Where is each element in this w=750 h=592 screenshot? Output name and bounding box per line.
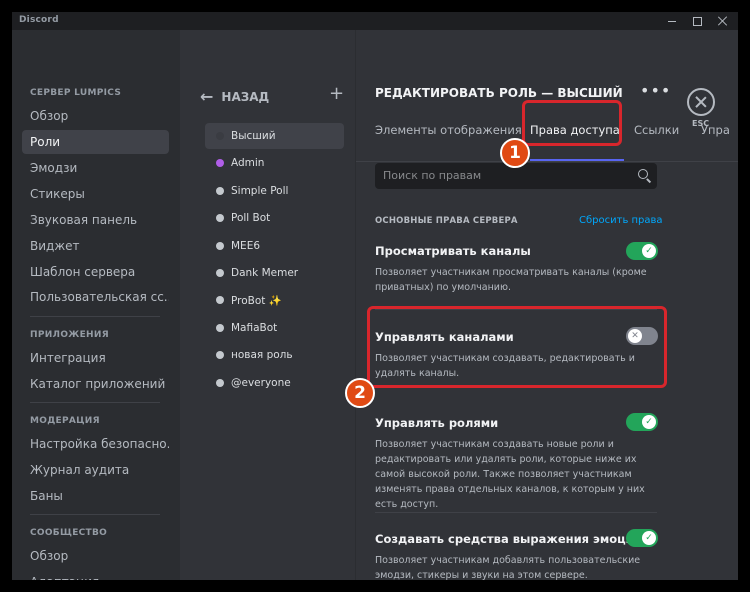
role-color-dot-icon bbox=[216, 132, 224, 140]
check-icon: ✓ bbox=[642, 415, 656, 429]
step-badge-2: 2 bbox=[345, 378, 375, 408]
roles-list-panel: ← НАЗАД + Высший Admin Simple Poll Poll Bot… bbox=[180, 30, 355, 580]
sidebar-item-custom-link[interactable]: Пользовательская сс... bbox=[22, 285, 169, 309]
sidebar-section-header: СООБЩЕСТВО bbox=[30, 528, 108, 538]
role-color-dot-icon bbox=[216, 296, 224, 305]
role-color-dot-icon bbox=[216, 378, 224, 387]
check-icon: ✓ bbox=[642, 244, 656, 258]
check-icon: ✓ bbox=[642, 531, 656, 545]
close-settings-icon[interactable] bbox=[687, 88, 715, 116]
role-name: ProBot ✨ bbox=[231, 294, 282, 307]
reset-permissions-link[interactable]: Сбросить права bbox=[579, 215, 663, 226]
sidebar-section-header: МОДЕРАЦИЯ bbox=[30, 416, 100, 426]
highlight-manage-channels bbox=[367, 306, 667, 388]
role-item[interactable]: MEE6 bbox=[205, 233, 344, 259]
role-color-dot-icon bbox=[216, 159, 224, 168]
section-title: ОСНОВНЫЕ ПРАВА СЕРВЕРА bbox=[375, 216, 518, 226]
role-item[interactable]: Simple Poll bbox=[205, 178, 344, 204]
back-button[interactable]: ← НАЗАД bbox=[200, 87, 269, 106]
page-title: РЕДАКТИРОВАТЬ РОЛЬ — ВЫСШИЙ bbox=[375, 86, 623, 100]
back-label: НАЗАД bbox=[221, 89, 270, 104]
permission-toggle[interactable]: ✓ bbox=[626, 242, 658, 260]
role-color-dot-icon bbox=[216, 186, 224, 195]
sidebar-divider bbox=[30, 514, 160, 515]
role-name: MEE6 bbox=[231, 239, 261, 252]
sidebar-section-header: СЕРВЕР LUMPICS bbox=[30, 88, 122, 98]
more-options-icon[interactable]: ••• bbox=[640, 81, 671, 100]
minimize-icon[interactable] bbox=[667, 16, 677, 26]
window-controls bbox=[667, 12, 728, 30]
permission-title: Создавать средства выражения эмоций bbox=[375, 532, 642, 546]
role-item[interactable]: новая роль bbox=[205, 342, 344, 368]
role-item[interactable]: Admin bbox=[205, 150, 344, 176]
sidebar-item-safety-setup[interactable]: Настройка безопасно... bbox=[22, 432, 169, 456]
sidebar-item-app-directory[interactable]: Каталог приложений bbox=[22, 372, 169, 396]
permission-title: Просматривать каналы bbox=[375, 244, 531, 258]
step-badge-1: 1 bbox=[500, 138, 530, 168]
role-name: Dank Memer bbox=[231, 267, 299, 279]
active-tab-indicator bbox=[530, 159, 624, 161]
role-item[interactable]: Poll Bot bbox=[205, 205, 344, 231]
add-role-plus-icon[interactable]: + bbox=[329, 83, 344, 104]
settings-sidebar: СЕРВЕР LUMPICS Обзор Роли Эмодзи Стикеры… bbox=[12, 30, 180, 580]
sidebar-item-server-template[interactable]: Шаблон сервера bbox=[22, 260, 169, 284]
tab-manage[interactable]: Упра bbox=[701, 123, 730, 137]
sidebar-item-integrations[interactable]: Интеграция bbox=[22, 346, 169, 370]
highlight-permissions-tab bbox=[522, 100, 622, 146]
role-name: @everyone bbox=[231, 376, 291, 389]
role-name: новая роль bbox=[231, 349, 293, 362]
sidebar-divider bbox=[30, 402, 160, 403]
role-name: Admin bbox=[231, 157, 265, 170]
role-color-dot-icon bbox=[216, 241, 224, 250]
search-placeholder: Поиск по правам bbox=[383, 169, 482, 182]
role-name: Poll Bot bbox=[231, 212, 271, 225]
permission-toggle[interactable]: ✓ bbox=[626, 529, 658, 547]
role-item[interactable]: MafiaBot bbox=[205, 315, 344, 341]
sidebar-item-onboarding[interactable]: Адаптация bbox=[22, 570, 169, 580]
role-name: MafiaBot bbox=[231, 321, 278, 334]
role-name: Высший bbox=[231, 130, 276, 142]
sidebar-item-audit-log[interactable]: Журнал аудита bbox=[22, 458, 169, 482]
sidebar-item-stickers[interactable]: Стикеры bbox=[22, 182, 169, 206]
permission-description: Позволяет участникам создавать новые рол… bbox=[375, 439, 645, 510]
sidebar-item-overview[interactable]: Обзор bbox=[22, 104, 169, 128]
role-color-dot-icon bbox=[216, 269, 224, 277]
sidebar-item-bans[interactable]: Баны bbox=[22, 484, 169, 508]
tab-links[interactable]: Ссылки bbox=[634, 123, 679, 137]
sidebar-section-header: ПРИЛОЖЕНИЯ bbox=[30, 330, 109, 340]
sidebar-item-widget[interactable]: Виджет bbox=[22, 234, 169, 258]
role-color-dot-icon bbox=[216, 351, 224, 360]
title-bar: Discord bbox=[12, 12, 738, 30]
app-name: Discord bbox=[19, 15, 59, 25]
permission-toggle[interactable]: ✓ bbox=[626, 413, 658, 431]
permission-divider bbox=[375, 512, 657, 513]
sidebar-item-roles[interactable]: Роли bbox=[22, 130, 169, 154]
discord-window: Discord СЕРВЕР LUMPICS Обзор Роли Эмодзи… bbox=[12, 12, 738, 580]
role-color-dot-icon bbox=[216, 323, 224, 332]
tab-bar-underline bbox=[356, 161, 738, 162]
permission-description: Позволяет участникам добавлять пользоват… bbox=[375, 555, 641, 580]
tab-display[interactable]: Элементы отображения bbox=[375, 123, 522, 137]
sidebar-item-community-overview[interactable]: Обзор bbox=[22, 544, 169, 568]
role-name: Simple Poll bbox=[231, 184, 289, 197]
role-color-dot-icon bbox=[216, 214, 224, 223]
role-item[interactable]: @everyone bbox=[205, 370, 344, 396]
permission-title: Управлять ролями bbox=[375, 416, 499, 430]
arrow-left-icon: ← bbox=[200, 87, 214, 106]
sidebar-item-soundboard[interactable]: Звуковая панель bbox=[22, 208, 169, 232]
search-icon bbox=[638, 169, 648, 179]
role-item[interactable]: Высший bbox=[205, 123, 344, 149]
sidebar-item-emoji[interactable]: Эмодзи bbox=[22, 156, 169, 180]
close-window-icon[interactable] bbox=[718, 16, 728, 26]
role-item[interactable]: Dank Memer bbox=[205, 260, 344, 286]
role-item[interactable]: ProBot ✨ bbox=[205, 287, 344, 313]
sidebar-divider bbox=[30, 316, 160, 317]
permission-description: Позволяет участникам просматривать канал… bbox=[375, 267, 647, 293]
maximize-icon[interactable] bbox=[693, 16, 702, 26]
